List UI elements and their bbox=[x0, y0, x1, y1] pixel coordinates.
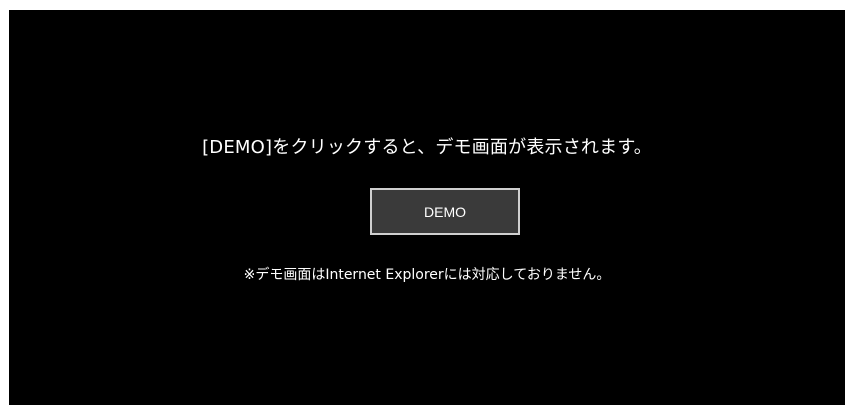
browser-compatibility-note: ※デモ画面はInternet Explorerには対応しておりません。 bbox=[243, 267, 611, 283]
demo-button[interactable]: DEMO bbox=[370, 188, 520, 235]
instruction-text: [DEMO]をクリックすると、デモ画面が表示されます。 bbox=[202, 137, 652, 158]
demo-panel: [DEMO]をクリックすると、デモ画面が表示されます。 DEMO ※デモ画面はI… bbox=[9, 10, 845, 405]
